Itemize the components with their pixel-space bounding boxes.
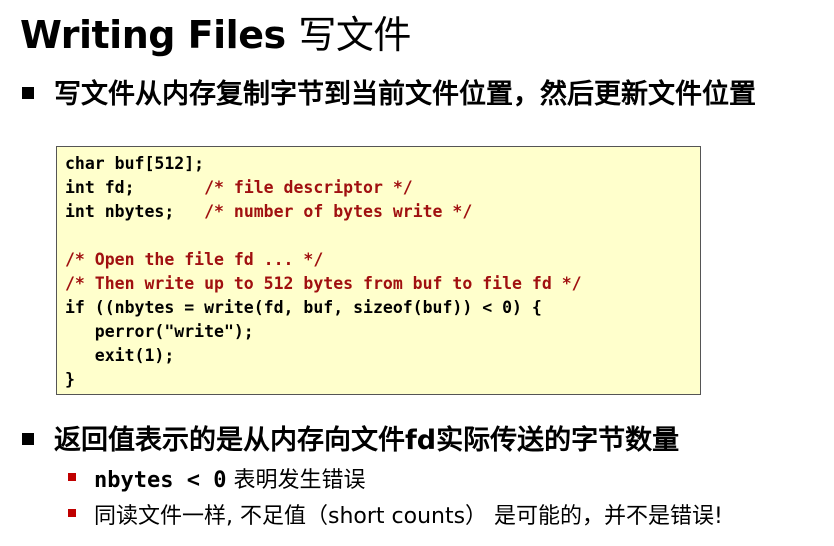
code-listing: char buf[512]; int fd; /* file descripto… (65, 152, 700, 392)
code-line-6: /* Then write up to 512 bytes from buf t… (65, 274, 582, 293)
title-english: Writing Files (20, 13, 286, 57)
square-bullet-icon (22, 86, 34, 99)
code-line-2: int fd; /* file descriptor */ (65, 178, 413, 197)
code-line-9: exit(1); (65, 346, 175, 365)
bullet-text: 写文件从内存复制字节到当前文件位置，然后更新文件位置 (54, 79, 756, 110)
subbullet-error: nbytes < 0 表明发生错误 (68, 462, 365, 494)
title-chinese: 写文件 (298, 13, 411, 57)
code-line-3: int nbytes; /* number of bytes write */ (65, 202, 473, 221)
bullet-return-value: 返回值表示的是从内存向文件fd实际传送的字节数量 (22, 418, 679, 457)
square-bullet-icon (22, 432, 34, 445)
subbullet-text: 同读文件一样, 不足值（short counts） 是可能的，并不是错误! (94, 504, 723, 529)
code-line-8: perror("write"); (65, 322, 254, 341)
red-square-bullet-icon (68, 473, 76, 481)
subbullet-short-counts: 同读文件一样, 不足值（short counts） 是可能的，并不是错误! (68, 498, 723, 530)
slide-title: Writing Files 写文件 (20, 4, 411, 59)
code-line-7: if ((nbytes = write(fd, buf, sizeof(buf)… (65, 298, 542, 317)
bullet-write-description: 写文件从内存复制字节到当前文件位置，然后更新文件位置 (22, 72, 756, 111)
code-line-10: } (65, 370, 75, 389)
red-square-bullet-icon (68, 509, 76, 517)
subbullet-text: 表明发生错误 (226, 468, 366, 493)
nbytes-condition: nbytes < 0 (94, 468, 227, 493)
bullet-text: 返回值表示的是从内存向文件fd实际传送的字节数量 (54, 425, 680, 456)
code-line-5: /* Open the file fd ... */ (65, 250, 324, 269)
code-line-1: char buf[512]; (65, 154, 205, 173)
code-block: char buf[512]; int fd; /* file descripto… (56, 146, 701, 395)
